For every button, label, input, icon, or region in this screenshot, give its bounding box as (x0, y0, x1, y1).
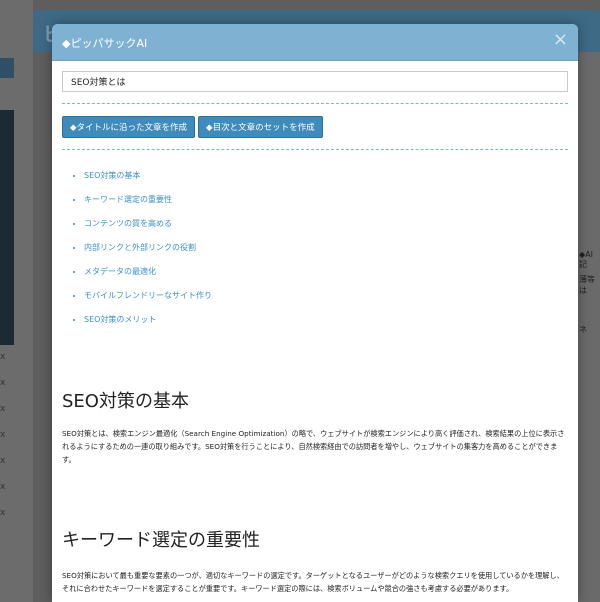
background-text: ◆AI記 (579, 250, 593, 269)
background-mark: x (0, 352, 6, 362)
create-toc-article-button[interactable]: ◆目次と文章のセットを作成 (198, 116, 323, 138)
divider (62, 103, 568, 104)
background-mark: x (0, 508, 6, 518)
toc-item: キーワード選定の重要性 (84, 194, 568, 205)
toc-item: モバイルフレンドリーなサイト作り (84, 290, 568, 301)
close-icon[interactable]: × (553, 30, 568, 50)
modal-header: ◆ピッパサックAI × (52, 24, 578, 61)
toc-item: SEO対策の基本 (84, 170, 568, 181)
section-body: SEO対策とは、検索エンジン最適化（Search Engine Optimiza… (62, 429, 565, 464)
toc-link[interactable]: SEO対策の基本 (84, 171, 140, 180)
toc-link[interactable]: 内部リンクと外部リンクの役割 (84, 243, 196, 252)
section-body: SEO対策において最も重要な要素の一つが、適切なキーワードの選定です。ターゲット… (62, 571, 564, 593)
search-input[interactable] (62, 71, 568, 92)
background-text: ネ (579, 325, 587, 334)
modal-body: ◆タイトルに沿った文章を作成 ◆目次と文章のセットを作成 SEO対策の基本 キー… (52, 61, 578, 595)
section-heading: SEO対策の基本 (62, 391, 189, 412)
toc-item: メタデータの最適化 (84, 266, 568, 277)
background-sidebar: x x x x x x x (0, 0, 33, 602)
toc-item: SEO対策のメリット (84, 314, 568, 325)
background-mark: x (0, 456, 6, 466)
section-heading: キーワード選定の重要性 (62, 530, 260, 551)
action-buttons: ◆タイトルに沿った文章を作成 ◆目次と文章のセットを作成 (62, 116, 568, 138)
table-of-contents: SEO対策の基本 キーワード選定の重要性 コンテンツの質を高める 内部リンクと外… (62, 170, 568, 325)
toc-link[interactable]: SEO対策のメリット (84, 315, 156, 324)
toc-item: コンテンツの質を高める (84, 218, 568, 229)
background-sidebar-block (0, 58, 14, 78)
toc-link[interactable]: モバイルフレンドリーなサイト作り (84, 291, 212, 300)
modal-title: ◆ピッパサックAI (62, 37, 148, 50)
background-mark: x (0, 482, 6, 492)
toc-link[interactable]: メタデータの最適化 (84, 267, 156, 276)
toc-link[interactable]: キーワード選定の重要性 (84, 195, 172, 204)
background-mark: x (0, 404, 6, 414)
toc-item: 内部リンクと外部リンクの役割 (84, 242, 568, 253)
background-text: 薄等は (579, 275, 595, 295)
article-section: キーワード選定の重要性 SEO対策において最も重要な要素の一つが、適切なキーワー… (62, 526, 568, 595)
divider (62, 149, 568, 150)
background-sidebar-panel (0, 110, 14, 345)
create-title-article-button[interactable]: ◆タイトルに沿った文章を作成 (62, 116, 196, 138)
article-section: SEO対策の基本 SEO対策とは、検索エンジン最適化（Search Engine… (62, 387, 568, 466)
toc-link[interactable]: コンテンツの質を高める (84, 219, 172, 228)
ai-modal: ◆ピッパサックAI × ◆タイトルに沿った文章を作成 ◆目次と文章のセットを作成… (52, 24, 578, 602)
background-mark: x (0, 430, 6, 440)
background-mark: x (0, 378, 6, 388)
background-right-panel: ◆AI記 薄等は ネ (577, 52, 600, 602)
